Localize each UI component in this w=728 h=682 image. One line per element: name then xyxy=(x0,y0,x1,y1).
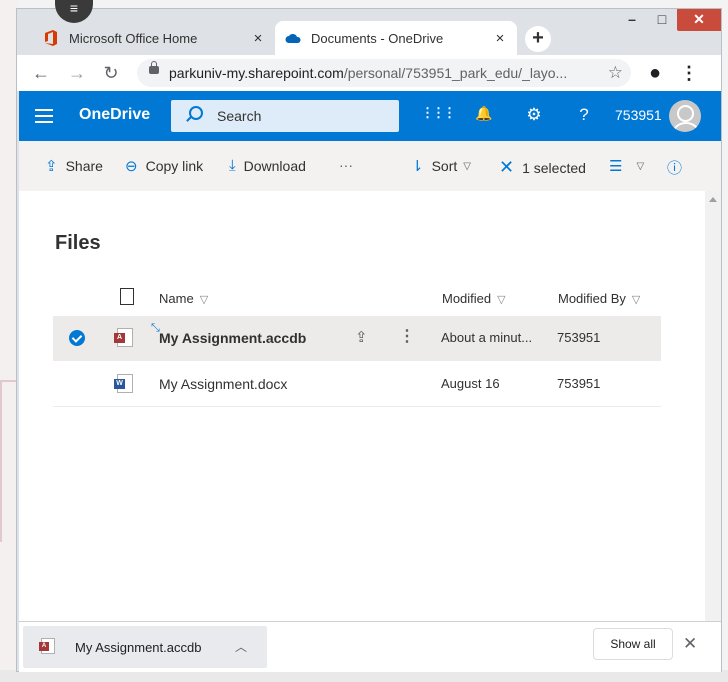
chevron-down-icon: ▽ xyxy=(631,294,641,306)
download-label: Download xyxy=(243,157,306,174)
search-placeholder: Search xyxy=(217,108,262,124)
browser-menu-icon[interactable]: ⋮ xyxy=(677,61,701,85)
new-tab-button[interactable]: + xyxy=(525,26,551,52)
column-header-name[interactable]: Name ▽ xyxy=(159,291,208,306)
onedrive-brand[interactable]: OneDrive xyxy=(79,106,150,124)
close-tab-icon[interactable]: × xyxy=(489,30,511,47)
clear-selection-button[interactable]: ✕ 1 selected xyxy=(499,157,586,178)
avatar[interactable] xyxy=(669,100,701,132)
info-pane-button[interactable]: ⓘ xyxy=(667,157,682,178)
list-view-icon: ☰ xyxy=(609,158,623,175)
chevron-up-icon[interactable]: ︿ xyxy=(235,638,247,655)
reload-icon[interactable]: ↻ xyxy=(99,61,123,85)
share-button[interactable]: ⇪ Share xyxy=(45,157,103,175)
user-id-label[interactable]: 753951 xyxy=(615,107,662,123)
url-host: parkuniv-my.sharepoint.com xyxy=(169,65,344,81)
sort-button[interactable]: ⇂ Sort ▽ xyxy=(411,157,471,175)
close-icon: ✕ xyxy=(499,157,515,177)
overlay-menu-icon[interactable]: ≡ xyxy=(55,0,93,23)
share-icon: ⇪ xyxy=(45,158,58,175)
modified-by: 753951 xyxy=(557,330,601,345)
maximize-button[interactable]: □ xyxy=(647,9,677,31)
sort-label: Sort xyxy=(431,158,458,174)
forward-arrow-icon[interactable]: → xyxy=(65,61,89,85)
more-commands-button[interactable]: ··· xyxy=(339,157,353,173)
more-options-icon[interactable]: ⋮ xyxy=(399,326,415,346)
column-header-label: Modified By xyxy=(558,291,626,306)
access-file-icon: A xyxy=(39,638,55,654)
search-icon xyxy=(189,106,203,120)
close-window-button[interactable]: ✕ xyxy=(677,9,721,31)
office-logo-icon xyxy=(43,30,59,46)
close-shelf-icon[interactable]: ✕ xyxy=(683,634,697,654)
column-header-label: Name xyxy=(159,291,194,306)
bookmark-star-icon[interactable]: ☆ xyxy=(608,63,623,83)
back-arrow-icon[interactable]: ← xyxy=(29,61,53,85)
table-row[interactable]: W My Assignment.docx August 16 753951 xyxy=(53,362,661,407)
share-label: Share xyxy=(65,158,103,174)
settings-gear-icon[interactable]: ⚙ xyxy=(521,105,547,125)
search-box[interactable]: Search xyxy=(171,100,399,132)
file-name-link[interactable]: My Assignment.accdb xyxy=(159,330,306,346)
file-type-header-icon[interactable] xyxy=(120,288,134,305)
sort-icon: ⇂ xyxy=(411,158,424,175)
scroll-up-arrow-icon[interactable] xyxy=(709,197,717,202)
chevron-down-icon: ▽ xyxy=(497,294,506,306)
tab-documents-onedrive[interactable]: Documents - OneDrive × xyxy=(275,21,517,55)
page-title: Files xyxy=(55,232,101,254)
files-content: Files Name ▽ Modified ▽ Modified By ▽ A ⤡ M… xyxy=(19,191,721,621)
selected-checkmark-icon[interactable] xyxy=(69,330,85,346)
command-bar: ⇪ Share ⊖ Copy link ⤓ Download ··· ⇂ Sort ▽ ✕… xyxy=(19,141,721,191)
app-launcher-icon[interactable]: ⋮⋮⋮ xyxy=(421,105,456,121)
url-text: parkuniv-my.sharepoint.com/personal/7539… xyxy=(169,65,567,81)
address-bar[interactable]: parkuniv-my.sharepoint.com/personal/7539… xyxy=(137,59,631,87)
show-all-button[interactable]: Show all xyxy=(593,628,673,660)
help-icon[interactable]: ? xyxy=(571,105,597,125)
share-icon[interactable]: ⇪ xyxy=(355,328,368,346)
word-file-icon: W xyxy=(114,374,133,393)
column-header-label: Modified xyxy=(442,291,492,306)
column-header-modified[interactable]: Modified ▽ xyxy=(442,291,506,306)
file-name-link[interactable]: My Assignment.docx xyxy=(159,376,287,392)
close-tab-icon[interactable]: × xyxy=(247,30,269,47)
column-header-modified-by[interactable]: Modified By ▽ xyxy=(558,291,640,306)
modified-date: About a minut... xyxy=(441,330,533,345)
url-path: /personal/753951_park_edu/_layo... xyxy=(343,65,568,81)
tab-title: Documents - OneDrive xyxy=(311,30,444,46)
download-item-name: My Assignment.accdb xyxy=(75,640,202,655)
view-options-button[interactable]: ☰ ▽ xyxy=(609,157,644,175)
chevron-down-icon: ▽ xyxy=(636,160,645,172)
modified-by: 753951 xyxy=(557,376,601,391)
window-controls: – □ ✕ xyxy=(617,9,721,31)
tab-title: Microsoft Office Home xyxy=(69,30,198,46)
downloads-shelf: A My Assignment.accdb ︿ Show all ✕ xyxy=(19,621,721,672)
profile-icon[interactable]: ● xyxy=(643,61,667,85)
browser-window: ≡ – □ ✕ Microsoft Office Home × Document… xyxy=(16,0,722,672)
download-icon: ⤓ xyxy=(229,157,236,174)
toolbar: ← → ↻ parkuniv-my.sharepoint.com/persona… xyxy=(17,55,721,91)
scrollbar[interactable] xyxy=(705,191,721,621)
chevron-down-icon: ▽ xyxy=(199,294,209,306)
onedrive-suite-bar: OneDrive Search ⋮⋮⋮ 🔔 ⚙ ? 753951 xyxy=(19,91,721,141)
minimize-button[interactable]: – xyxy=(617,9,647,31)
download-button[interactable]: ⤓ Download xyxy=(229,157,306,174)
desktop-wallpaper-mark xyxy=(0,380,16,542)
copy-link-label: Copy link xyxy=(145,158,204,174)
info-icon: ⓘ xyxy=(667,160,683,177)
download-item[interactable]: A My Assignment.accdb ︿ xyxy=(23,626,267,668)
copy-link-button[interactable]: ⊖ Copy link xyxy=(125,157,203,175)
onedrive-cloud-icon xyxy=(285,30,301,46)
notifications-bell-icon[interactable]: 🔔 xyxy=(471,105,497,122)
tab-microsoft-office-home[interactable]: Microsoft Office Home × xyxy=(35,21,275,55)
access-file-icon: A xyxy=(114,328,133,347)
hamburger-menu-icon[interactable] xyxy=(35,105,53,127)
modified-date: August 16 xyxy=(441,376,500,391)
table-row[interactable]: A ⤡ My Assignment.accdb ⇪ ⋮ About a minu… xyxy=(53,316,661,361)
lock-icon xyxy=(149,61,159,74)
selected-count: 1 selected xyxy=(522,159,586,176)
chevron-down-icon: ▽ xyxy=(463,160,471,172)
link-icon: ⊖ xyxy=(125,158,138,175)
